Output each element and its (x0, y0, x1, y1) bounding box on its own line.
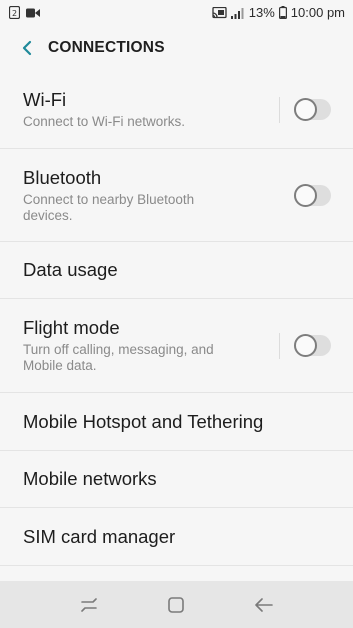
setting-texts: Flight mode Turn off calling, messaging,… (23, 317, 279, 374)
subtitle-line: devices. (23, 207, 73, 223)
back-arrow-icon (22, 40, 32, 56)
status-right: 13% 10:00 pm (212, 5, 345, 20)
setting-texts: Mobile Hotspot and Tethering (23, 411, 331, 433)
page-title: CONNECTIONS (48, 39, 165, 56)
subtitle-line: Mobile data. (23, 358, 97, 373)
toggle-wrap (279, 71, 331, 148)
battery-percent: 13% (248, 5, 275, 20)
setting-texts: Data usage (23, 259, 331, 281)
clock: 10:00 pm (290, 5, 345, 20)
setting-texts: Mobile networks (23, 468, 331, 490)
setting-texts: Bluetooth Connect to nearby Bluetooth de… (23, 167, 294, 224)
toggle-knob (294, 98, 317, 121)
setting-title: SIM card manager (23, 525, 176, 547)
vertical-divider (279, 96, 280, 123)
sim-icon: 2 (9, 6, 20, 19)
setting-title: Mobile Hotspot and Tethering (23, 410, 264, 432)
setting-texts: Wi-Fi Connect to Wi-Fi networks. (23, 89, 279, 130)
setting-hotspot-tethering[interactable]: Mobile Hotspot and Tethering (0, 393, 353, 451)
setting-title: Data usage (23, 259, 118, 280)
wifi-toggle[interactable] (294, 98, 331, 121)
toggle-knob (294, 334, 317, 357)
home-button[interactable] (156, 585, 196, 625)
setting-sim-card-manager[interactable]: SIM card manager (0, 508, 353, 566)
setting-subtitle: Turn off calling, messaging, and Mobile … (23, 342, 279, 374)
setting-title: Flight mode (23, 317, 120, 338)
bluetooth-toggle[interactable] (294, 183, 331, 207)
setting-subtitle: Connect to Wi-Fi networks. (23, 114, 186, 129)
status-left: 2 (9, 6, 40, 19)
setting-wifi[interactable]: Wi-Fi Connect to Wi-Fi networks. (0, 71, 353, 149)
setting-bluetooth[interactable]: Bluetooth Connect to nearby Bluetooth de… (0, 149, 353, 242)
signal-icon (230, 7, 244, 19)
app-header: CONNECTIONS (0, 25, 353, 71)
settings-list: Wi-Fi Connect to Wi-Fi networks. Bluetoo… (0, 71, 353, 566)
setting-title: Bluetooth (23, 166, 102, 188)
setting-subtitle: Connect to nearby Bluetooth devices. (23, 192, 294, 224)
flight-mode-toggle[interactable] (294, 334, 331, 357)
recent-apps-button[interactable] (69, 585, 109, 625)
nav-back-button[interactable] (244, 585, 284, 625)
vertical-divider (279, 332, 280, 359)
back-button[interactable] (6, 25, 48, 71)
setting-flight-mode[interactable]: Flight mode Turn off calling, messaging,… (0, 299, 353, 393)
toggle-knob (294, 183, 317, 207)
battery-icon (278, 6, 287, 19)
status-bar: 2 13% 10:00 pm (0, 0, 353, 25)
setting-texts: SIM card manager (23, 526, 331, 548)
cast-icon (212, 6, 227, 18)
video-icon (26, 8, 40, 17)
home-icon (168, 596, 185, 613)
setting-mobile-networks[interactable]: Mobile networks (0, 451, 353, 508)
setting-data-usage[interactable]: Data usage (0, 242, 353, 299)
svg-text:2: 2 (12, 9, 17, 18)
navigation-bar (0, 581, 353, 628)
back-icon (255, 597, 273, 612)
toggle-wrap (279, 299, 331, 392)
setting-title: Wi-Fi (23, 89, 67, 110)
toggle-wrap (294, 149, 331, 241)
setting-title: Mobile networks (23, 468, 157, 489)
recent-apps-icon (81, 597, 97, 612)
subtitle-line: Connect to nearby Bluetooth (23, 191, 195, 207)
subtitle-line: Turn off calling, messaging, and (23, 342, 214, 357)
